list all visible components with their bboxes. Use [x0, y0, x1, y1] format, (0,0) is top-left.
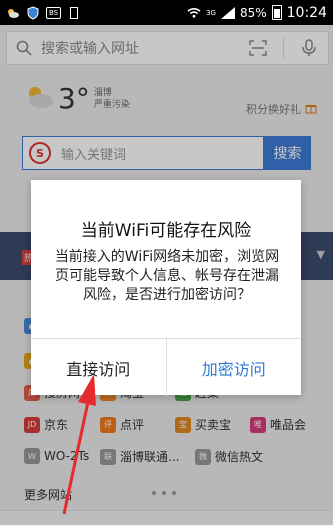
shield-icon: [26, 5, 40, 20]
phone-outline-icon: [67, 6, 81, 20]
wifi-icon: [187, 6, 201, 20]
dialog-message: 当前接入的WiFi网络未加密，浏览网页可能导致个人信息、帐号存在泄漏风险，是否进…: [54, 249, 280, 303]
wifi-risk-dialog: 当前WiFi可能存在风险 当前接入的WiFi网络未加密，浏览网页可能导致个人信息…: [31, 180, 302, 396]
network-type: 3G: [206, 8, 216, 17]
status-bar: BS 3G 85% 10:24: [0, 0, 333, 25]
dialog-title: 当前WiFi可能存在风险: [80, 221, 252, 241]
encrypted-access-button[interactable]: 加密访问: [167, 339, 302, 396]
battery-percent: 85%: [239, 5, 267, 20]
weather-icon: [6, 6, 20, 20]
red-arrow-annotation: [62, 374, 96, 515]
sim-icon: BS: [46, 6, 62, 19]
battery-icon: [271, 5, 282, 20]
clock: 10:24: [286, 4, 327, 21]
signal-icon: [220, 6, 235, 20]
